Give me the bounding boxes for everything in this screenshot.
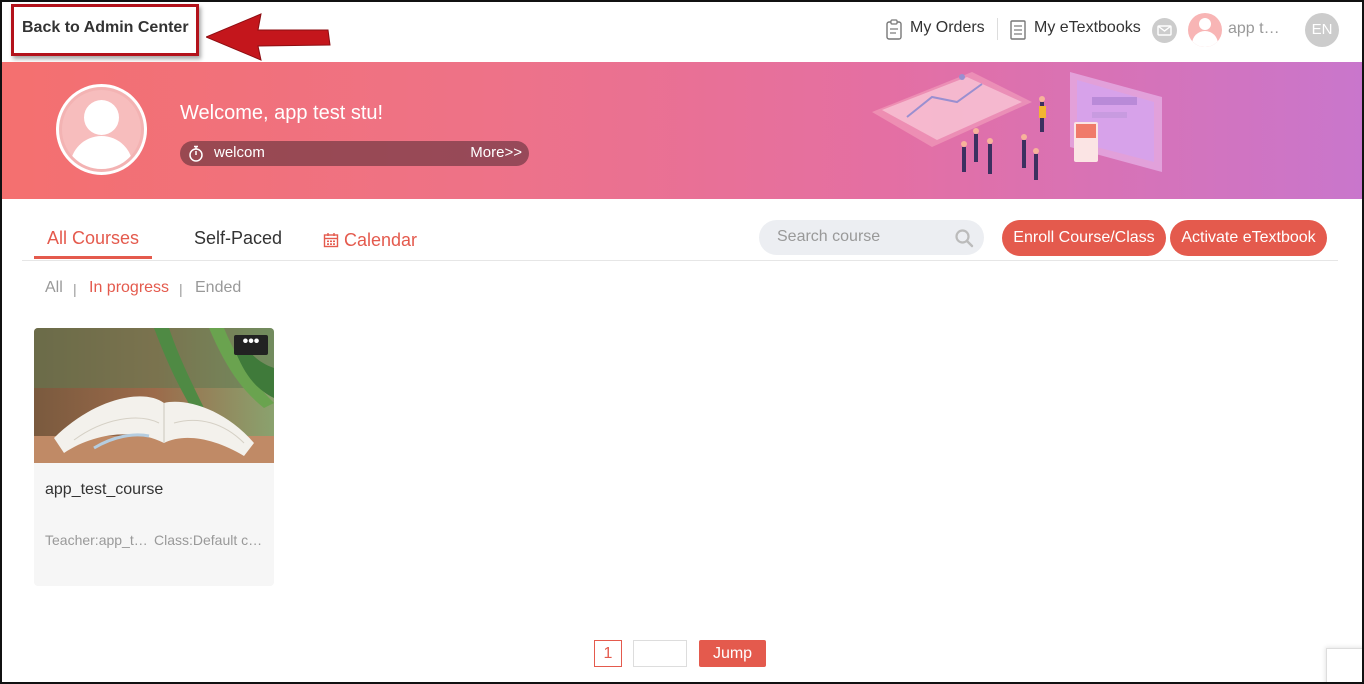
profile-avatar [56, 84, 147, 175]
user-avatar[interactable] [1188, 13, 1222, 47]
pagination-page-1[interactable]: 1 [594, 640, 622, 667]
course-teacher: Teacher:app_test stu [45, 532, 149, 548]
jump-button[interactable]: Jump [699, 640, 766, 667]
etextbook-icon [1010, 20, 1026, 40]
stopwatch-icon [189, 145, 203, 162]
my-orders-link[interactable]: My Orders [910, 19, 985, 37]
filter-separator: | [73, 281, 77, 297]
user-name-menu[interactable]: app test stu [1228, 20, 1288, 38]
filter-separator: | [179, 281, 183, 297]
tab-active-indicator [34, 256, 152, 259]
messages-button[interactable] [1152, 18, 1177, 43]
tab-self-paced[interactable]: Self-Paced [194, 228, 282, 249]
enroll-course-class-button[interactable]: Enroll Course/Class [1002, 220, 1166, 256]
annotation-arrow-icon [206, 13, 331, 61]
top-bar: Back to Admin Center My Orders My eTextb… [0, 0, 1364, 62]
language-switcher[interactable]: EN [1305, 13, 1339, 47]
search-icon[interactable] [954, 228, 974, 248]
course-class: Class:Default class [154, 532, 264, 548]
activate-etextbook-button[interactable]: Activate eTextbook [1170, 220, 1327, 256]
calendar-icon [323, 233, 339, 248]
tab-all-courses[interactable]: All Courses [47, 228, 139, 249]
back-to-admin-center-link[interactable]: Back to Admin Center [22, 19, 189, 37]
floating-widget[interactable] [1326, 648, 1364, 684]
welcome-message: Welcome, app test stu! [180, 102, 384, 124]
notice-text: welcom [214, 144, 265, 161]
course-more-menu-button[interactable]: ••• [234, 334, 268, 355]
search-box [759, 220, 984, 255]
tab-calendar[interactable]: Calendar [344, 230, 417, 251]
search-input[interactable] [777, 227, 947, 247]
course-card[interactable]: ••• app_test_course Teacher:app_test stu… [34, 328, 274, 586]
filter-all[interactable]: All [45, 279, 63, 297]
welcome-banner: Welcome, app test stu! welcom More>> [2, 62, 1362, 199]
filter-in-progress[interactable]: In progress [89, 279, 169, 297]
filter-ended[interactable]: Ended [195, 279, 241, 297]
my-etextbooks-link[interactable]: My eTextbooks [1034, 19, 1141, 37]
mail-icon [1157, 25, 1172, 36]
course-title: app_test_course [45, 481, 164, 498]
orders-icon [886, 19, 902, 40]
tabs-divider [22, 260, 1338, 261]
header-divider [997, 18, 998, 40]
notice-bar: welcom More>> [180, 141, 529, 166]
notice-more-link[interactable]: More>> [470, 144, 522, 161]
jump-page-input[interactable] [633, 640, 687, 667]
banner-illustration [872, 72, 1162, 180]
